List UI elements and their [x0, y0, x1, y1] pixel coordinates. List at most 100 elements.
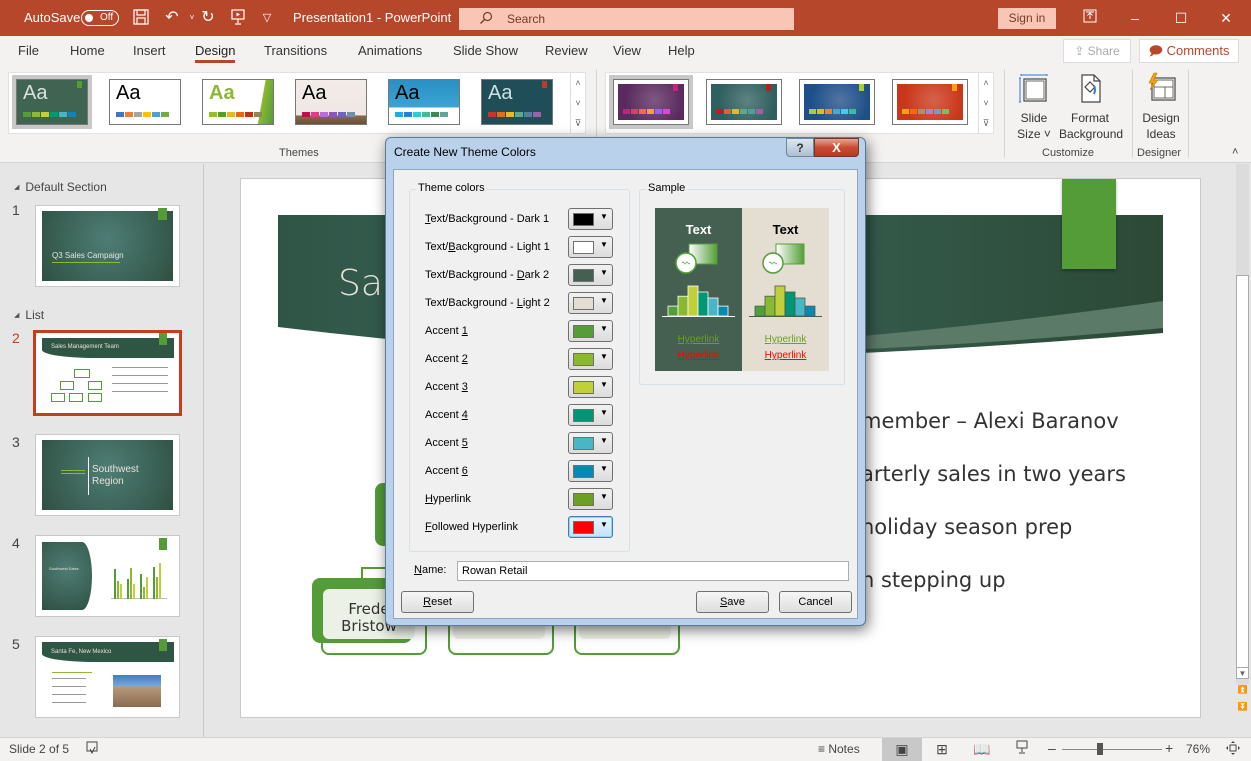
tab-insert[interactable]: Insert: [133, 43, 166, 58]
color-picker-accent-2[interactable]: ▼: [568, 348, 613, 370]
tab-design[interactable]: Design: [195, 43, 236, 63]
slide-size-button[interactable]: Slide Size ˅: [1014, 72, 1054, 142]
bullet-text[interactable]: holiday season prep: [861, 515, 1072, 539]
fit-to-window-icon[interactable]: [1226, 741, 1240, 758]
sample-text-light: Text: [772, 222, 799, 237]
bullet-text[interactable]: arterly sales in two years: [861, 462, 1126, 486]
color-picker-text-background-light-1[interactable]: ▼: [568, 236, 613, 258]
variant-thumbnail-3[interactable]: [799, 79, 875, 125]
bullet-text[interactable]: member – Alexi Baranov: [861, 409, 1119, 433]
minimize-button[interactable]: –: [1123, 6, 1147, 30]
slide-show-button[interactable]: [1002, 738, 1042, 761]
dialog-title: Create New Theme Colors: [394, 145, 536, 159]
zoom-slider[interactable]: [1062, 749, 1162, 750]
color-picker-hyperlink[interactable]: ▼: [568, 488, 613, 510]
format-background-button[interactable]: Format Background: [1059, 72, 1123, 142]
slide-sorter-button[interactable]: ⊞: [922, 738, 962, 761]
previous-slide-button[interactable]: ⏫: [1236, 684, 1249, 696]
tab-home[interactable]: Home: [70, 43, 105, 58]
present-from-start-icon[interactable]: [228, 8, 248, 28]
zoom-level[interactable]: 76%: [1186, 742, 1210, 756]
reading-view-button[interactable]: 📖: [962, 738, 1002, 761]
scrollbar-thumb[interactable]: [1236, 275, 1249, 675]
vertical-scrollbar[interactable]: ▼ ⏫ ⏬: [1234, 164, 1251, 737]
theme-thumbnail-5[interactable]: Aa: [388, 79, 460, 125]
variants-scroll-down[interactable]: ˅: [978, 93, 993, 113]
theme-thumbnail-4[interactable]: Aa: [295, 79, 367, 125]
sample-dark-panel: Text Hyperlink Hyperlink: [655, 208, 742, 371]
save-button[interactable]: Save: [696, 591, 769, 613]
notes-button[interactable]: ≡ Notes: [818, 742, 860, 756]
accessibility-icon[interactable]: [86, 741, 98, 758]
save-icon[interactable]: [131, 8, 151, 28]
tab-help[interactable]: Help: [668, 43, 695, 58]
cancel-button[interactable]: Cancel: [779, 591, 852, 613]
search-box[interactable]: Search: [459, 8, 794, 30]
close-window-button[interactable]: ✕: [1214, 6, 1238, 30]
help-button[interactable]: ?: [786, 138, 814, 157]
color-picker-accent-3[interactable]: ▼: [568, 376, 613, 398]
theme-thumbnail-3[interactable]: Aa: [202, 79, 274, 125]
design-ideas-button[interactable]: Design Ideas: [1140, 72, 1182, 142]
slide-thumbnail-4[interactable]: Southwest Sales: [35, 535, 180, 617]
sign-in-button[interactable]: Sign in: [998, 8, 1056, 29]
reset-button[interactable]: Reset: [401, 591, 474, 613]
gallery-scroll-down[interactable]: ˅: [570, 93, 585, 113]
variants-scroll-up[interactable]: ˄: [978, 73, 993, 93]
color-picker-followed-hyperlink[interactable]: ▼: [568, 516, 613, 538]
color-picker-text-background-dark-2[interactable]: ▼: [568, 264, 613, 286]
slide-thumbnail-5[interactable]: Santa Fe, New Mexico: [35, 636, 180, 718]
variant-tag: [952, 84, 957, 91]
bullet-text[interactable]: n stepping up: [861, 568, 1006, 592]
tab-animations[interactable]: Animations: [358, 43, 422, 58]
ribbon-display-options-icon[interactable]: [1078, 6, 1102, 30]
variant-tag: [766, 84, 771, 91]
close-dialog-button[interactable]: X: [814, 138, 859, 157]
slide-thumbnail-3[interactable]: Southwest Region: [35, 434, 180, 516]
slide-thumbnail-2[interactable]: Sales Management Team: [33, 330, 182, 416]
variant-thumbnail-1[interactable]: [609, 75, 693, 129]
color-picker-text-background-light-2[interactable]: ▼: [568, 292, 613, 314]
comments-button[interactable]: 🗩 Comments: [1139, 39, 1239, 63]
zoom-out-button[interactable]: –: [1048, 740, 1056, 756]
theme-thumbnail-6[interactable]: Aa: [481, 79, 553, 125]
tab-slide-show[interactable]: Slide Show: [453, 43, 518, 58]
theme-preview-text: Aa: [209, 82, 235, 104]
section-header-list[interactable]: List: [14, 308, 44, 322]
zoom-in-button[interactable]: +: [1165, 740, 1173, 756]
zoom-slider-thumb[interactable]: [1097, 743, 1103, 755]
scroll-down-button[interactable]: ▼: [1236, 667, 1249, 679]
redo-icon[interactable]: ↻: [198, 8, 218, 28]
tab-review[interactable]: Review: [545, 43, 588, 58]
color-picker-text-background-dark-1[interactable]: ▼: [568, 208, 613, 230]
color-chip: [716, 109, 723, 114]
color-picker-accent-1[interactable]: ▼: [568, 320, 613, 342]
color-picker-accent-4[interactable]: ▼: [568, 404, 613, 426]
tab-view[interactable]: View: [613, 43, 641, 58]
color-picker-accent-6[interactable]: ▼: [568, 460, 613, 482]
section-header-default[interactable]: Default Section: [14, 180, 106, 194]
theme-thumbnail-1[interactable]: Aa: [12, 75, 92, 129]
gallery-scroll-up[interactable]: ˄: [570, 73, 585, 93]
gallery-more[interactable]: ⊽: [570, 113, 585, 133]
theme-name-input[interactable]: Rowan Retail: [457, 561, 849, 581]
maximize-button[interactable]: ☐: [1169, 6, 1193, 30]
variant-thumbnail-2[interactable]: [706, 79, 782, 125]
undo-icon[interactable]: ↶: [162, 8, 182, 28]
theme-thumbnail-2[interactable]: Aa: [109, 79, 181, 125]
customize-qat-icon[interactable]: ▽: [257, 8, 277, 28]
tab-file[interactable]: File: [18, 43, 39, 58]
variants-gallery: ˄ ˅ ⊽: [605, 72, 994, 134]
dropdown-arrow-icon: ▼: [600, 240, 608, 249]
tab-transitions[interactable]: Transitions: [264, 43, 327, 58]
collapse-ribbon-icon[interactable]: ˄: [1232, 146, 1238, 158]
normal-view-button[interactable]: ▣: [882, 738, 922, 761]
variants-more[interactable]: ⊽: [978, 113, 993, 133]
slide-thumbnail-1[interactable]: Q3 Sales Campaign: [35, 205, 180, 287]
color-picker-accent-5[interactable]: ▼: [568, 432, 613, 454]
variant-thumbnail-4[interactable]: [892, 79, 968, 125]
color-chip: [647, 109, 654, 114]
next-slide-button[interactable]: ⏬: [1236, 701, 1249, 713]
share-button[interactable]: ⇪ Share: [1063, 39, 1131, 63]
autosave-toggle[interactable]: Off: [81, 10, 119, 26]
